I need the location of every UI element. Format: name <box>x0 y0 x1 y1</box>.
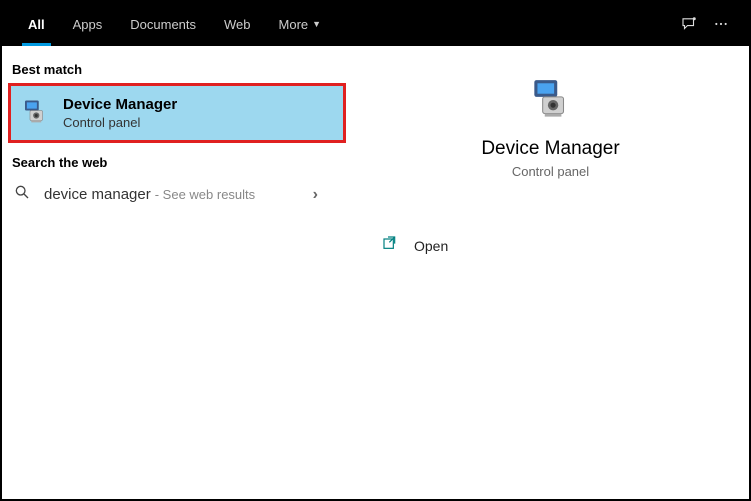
device-manager-icon <box>19 97 51 129</box>
web-search-result[interactable]: device manager - See web results › <box>2 176 352 213</box>
open-icon <box>382 235 400 256</box>
web-hint-text: - See web results <box>155 187 255 202</box>
feedback-icon[interactable] <box>673 8 705 40</box>
chevron-right-icon: › <box>313 186 318 204</box>
section-search-web: Search the web <box>2 151 352 176</box>
tab-more-label: More <box>279 17 309 32</box>
tab-apps[interactable]: Apps <box>59 2 117 46</box>
section-best-match: Best match <box>2 58 352 83</box>
result-subtitle: Control panel <box>63 115 335 130</box>
tab-web[interactable]: Web <box>210 2 265 46</box>
action-open[interactable]: Open <box>352 227 749 264</box>
best-match-result[interactable]: Device Manager Control panel <box>8 83 346 143</box>
result-title: Device Manager <box>63 96 335 113</box>
web-query-text: device manager <box>44 186 151 203</box>
detail-subtitle: Control panel <box>352 164 749 179</box>
search-tabs-bar: All Apps Documents Web More ▼ <box>2 2 749 46</box>
tab-documents[interactable]: Documents <box>116 2 210 46</box>
detail-title: Device Manager <box>352 138 749 160</box>
search-results-panel: Best match Device Manager Control panel … <box>2 46 749 499</box>
best-match-text: Device Manager Control panel <box>63 96 335 130</box>
tab-more[interactable]: More ▼ <box>265 2 336 46</box>
more-options-icon[interactable] <box>705 8 737 40</box>
results-list: Best match Device Manager Control panel … <box>2 46 352 499</box>
tab-all[interactable]: All <box>14 2 59 46</box>
detail-pane: Device Manager Control panel Open <box>352 46 749 499</box>
detail-device-manager-icon <box>526 76 576 126</box>
caret-down-icon: ▼ <box>312 19 321 29</box>
action-open-label: Open <box>414 238 448 254</box>
search-icon <box>14 184 34 205</box>
